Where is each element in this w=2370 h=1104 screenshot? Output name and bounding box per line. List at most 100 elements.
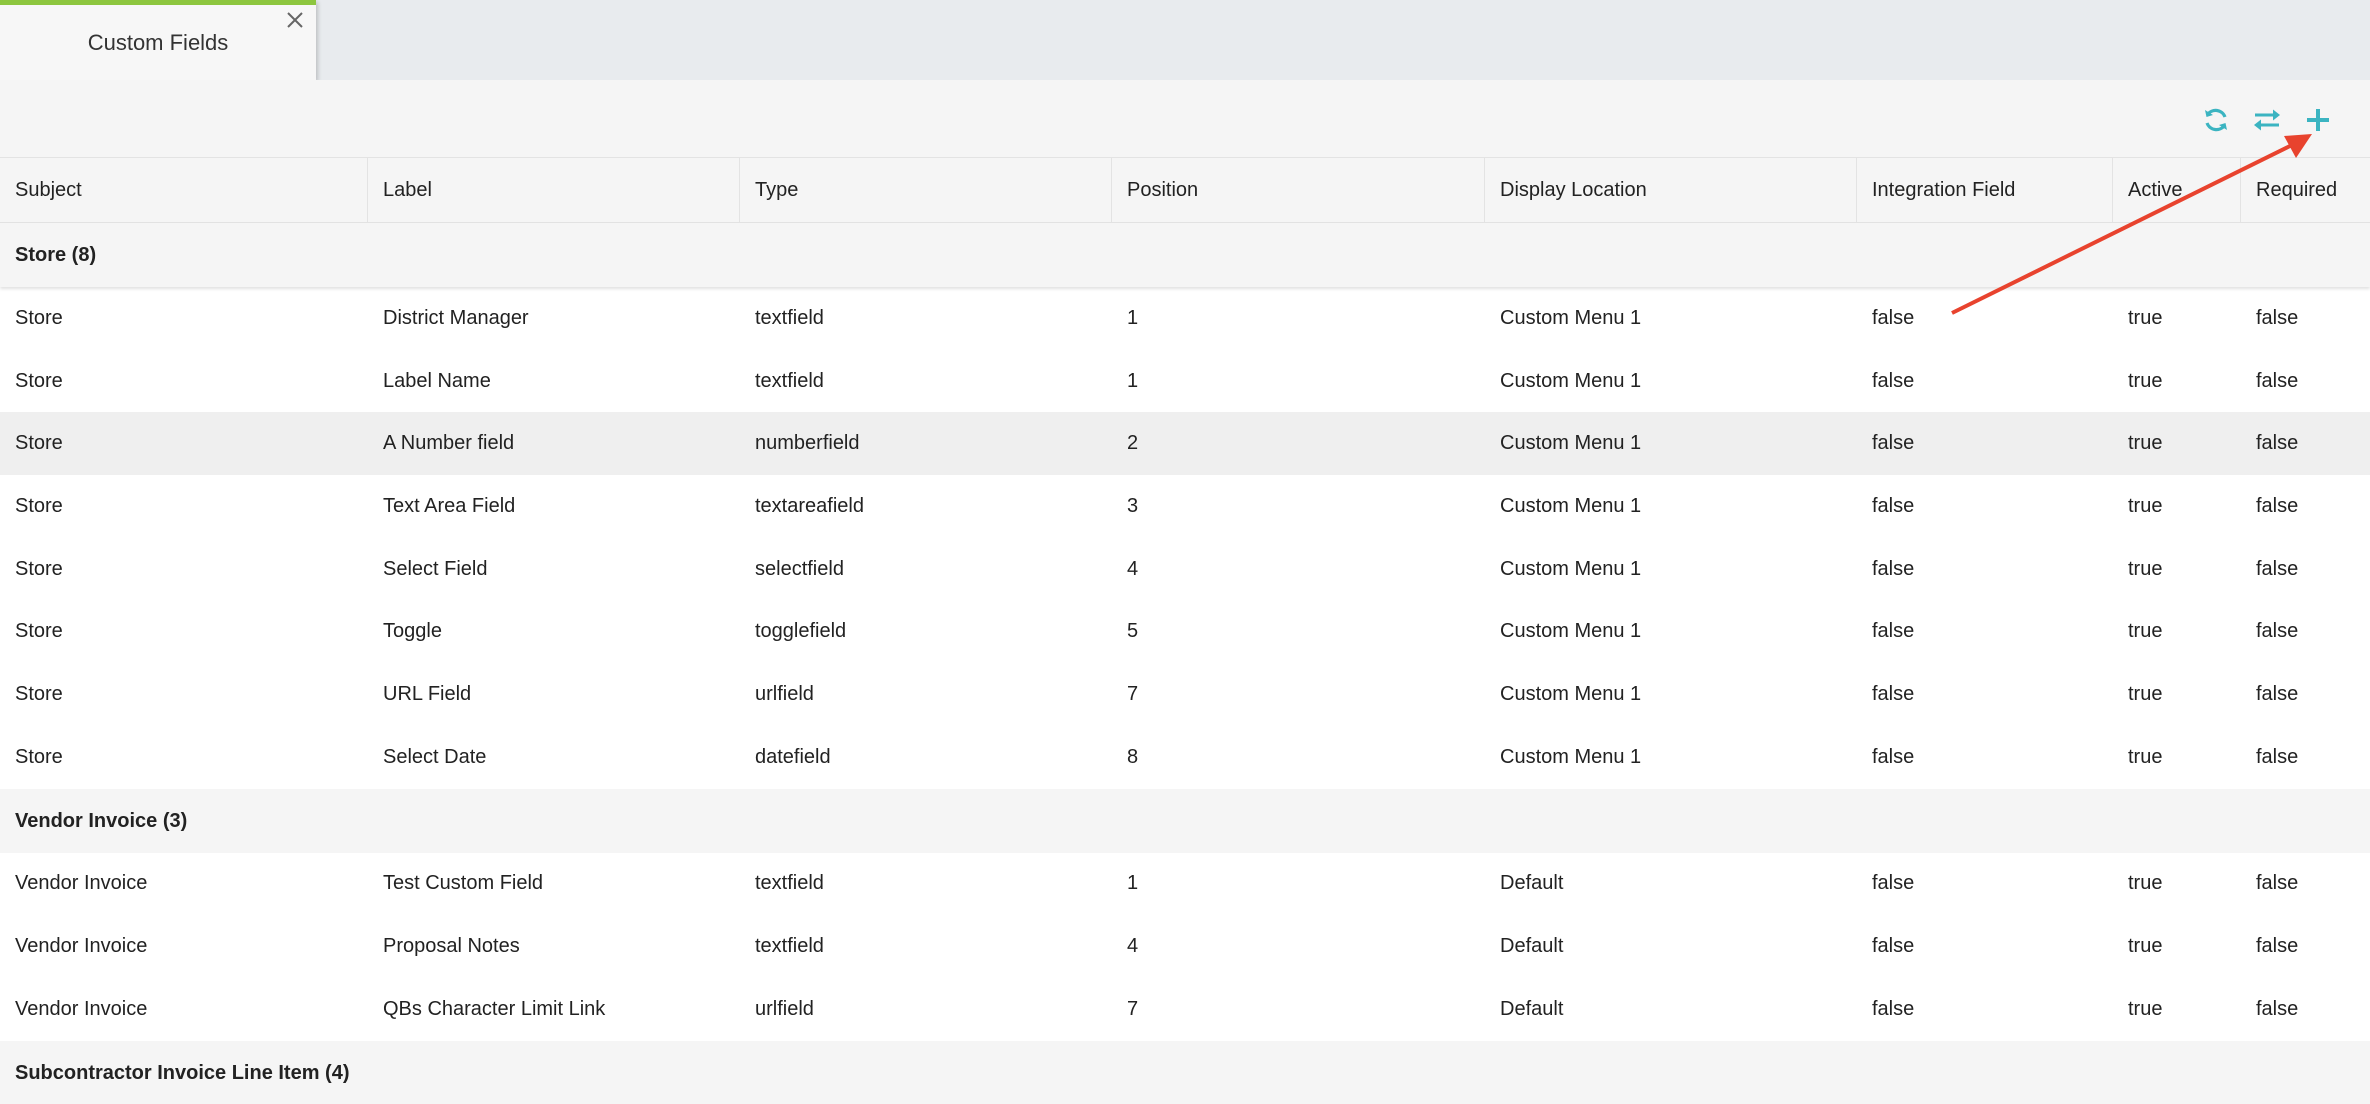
close-icon[interactable] (284, 9, 306, 31)
cell-active: true (2128, 306, 2163, 329)
cell-label: QBs Character Limit Link (383, 997, 606, 1020)
cell-required: false (2256, 997, 2299, 1020)
cell-type: textfield (755, 872, 824, 895)
cell-required: false (2256, 306, 2299, 329)
cell-display-location: Custom Menu 1 (1500, 557, 1642, 580)
column-header-type[interactable]: Type (740, 158, 1112, 223)
cell-type: datefield (755, 745, 831, 768)
cell-integration-field: false (1872, 432, 1915, 455)
cell-active: true (2128, 872, 2163, 895)
custom-fields-grid: Subject Label Type Position Display Location… (0, 158, 2370, 1104)
cell-label: Test Custom Field (383, 872, 544, 895)
cell-active: true (2128, 494, 2163, 517)
refresh-button[interactable] (2200, 104, 2232, 136)
cell-required: false (2256, 872, 2299, 895)
column-header-display-location[interactable]: Display Location (1485, 158, 1857, 223)
cell-display-location: Custom Menu 1 (1500, 494, 1642, 517)
cell-subject: Store (15, 682, 63, 705)
cell-active: true (2128, 935, 2163, 958)
cell-integration-field: false (1872, 306, 1915, 329)
cell-display-location: Custom Menu 1 (1500, 432, 1642, 455)
cell-required: false (2256, 432, 2299, 455)
column-header-integration-field[interactable]: Integration Field (1857, 158, 2113, 223)
grid-toolbar (0, 80, 2370, 158)
cell-subject: Store (15, 620, 63, 643)
cell-subject: Store (15, 745, 63, 768)
cell-integration-field: false (1872, 997, 1915, 1020)
cell-label: Toggle (383, 620, 442, 643)
table-row[interactable]: Store URL Field urlfield 7 Custom Menu 1 fals… (0, 663, 2370, 726)
cell-required: false (2256, 682, 2299, 705)
cell-type: togglefield (755, 620, 847, 643)
column-header-position[interactable]: Position (1112, 158, 1485, 223)
cell-type: numberfield (755, 432, 860, 455)
swap-button[interactable] (2251, 104, 2283, 136)
table-row[interactable]: Store Select Date datefield 8 Custom Menu 1 f… (0, 725, 2370, 789)
table-row[interactable]: Store District Manager textfield 1 Custom Me… (0, 287, 2370, 350)
cell-required: false (2256, 745, 2299, 768)
swap-icon (2254, 109, 2280, 131)
cell-required: false (2256, 494, 2299, 517)
table-row[interactable]: Vendor Invoice QBs Character Limit Link ur… (0, 977, 2370, 1041)
table-row[interactable]: Store Label Name textfield 1 Custom Menu 1 fa… (0, 349, 2370, 413)
column-header-active[interactable]: Active (2113, 158, 2241, 223)
cell-position: 4 (1127, 935, 1139, 958)
tab-custom-fields[interactable]: Custom Fields (0, 0, 316, 80)
cell-required: false (2256, 369, 2299, 392)
add-button[interactable] (2302, 104, 2334, 136)
cell-type: textfield (755, 935, 824, 958)
cell-position: 1 (1127, 369, 1139, 392)
table-row[interactable]: Vendor Invoice Proposal Notes textfield 4 De… (0, 915, 2370, 978)
cell-subject: Store (15, 557, 63, 580)
cell-required: false (2256, 935, 2299, 958)
cell-type: textfield (755, 306, 824, 329)
cell-integration-field: false (1872, 557, 1915, 580)
cell-position: 7 (1127, 997, 1139, 1020)
cell-subject: Store (15, 369, 63, 392)
cell-integration-field: false (1872, 935, 1915, 958)
column-header-subject[interactable]: Subject (0, 158, 368, 223)
column-header-label[interactable]: Label (368, 158, 740, 223)
cell-type: selectfield (755, 557, 844, 580)
plus-icon (2307, 109, 2329, 131)
cell-label: Label Name (383, 369, 491, 392)
cell-integration-field: false (1872, 745, 1915, 768)
cell-subject: Vendor Invoice (15, 872, 148, 895)
cell-subject: Vendor Invoice (15, 997, 148, 1020)
table-row[interactable]: Store Select Field selectfield 4 Custom Menu… (0, 537, 2370, 601)
table-row[interactable]: Store A Number field numberfield 2 Custom Me… (0, 412, 2370, 476)
group-header-row[interactable]: Store (8) (0, 223, 2370, 287)
cell-display-location: Custom Menu 1 (1500, 682, 1642, 705)
tab-label: Custom Fields (87, 30, 229, 55)
group-header-row[interactable]: Subcontractor Invoice Line Item (4) (0, 1040, 2370, 1104)
cell-position: 3 (1127, 494, 1139, 517)
cell-integration-field: false (1872, 369, 1915, 392)
cell-display-location: Default (1500, 935, 1564, 958)
cell-integration-field: false (1872, 682, 1915, 705)
table-row[interactable]: Store Text Area Field textareafield 3 Custom… (0, 475, 2370, 538)
cell-type: textfield (755, 369, 824, 392)
cell-type: textareafield (755, 494, 864, 517)
cell-integration-field: false (1872, 494, 1915, 517)
cell-type: urlfield (755, 682, 814, 705)
cell-subject: Store (15, 494, 63, 517)
column-header-required[interactable]: Required (2241, 158, 2370, 223)
cell-active: true (2128, 620, 2163, 643)
cell-subject: Store (15, 306, 63, 329)
cell-label: Proposal Notes (383, 935, 520, 958)
grid-header: Subject Label Type Position Display Location… (0, 158, 2370, 223)
cell-display-location: Custom Menu 1 (1500, 306, 1642, 329)
refresh-icon (2205, 108, 2227, 132)
cell-position: 5 (1127, 620, 1139, 643)
cell-active: true (2128, 369, 2163, 392)
table-row[interactable]: Vendor Invoice Test Custom Field textfield… (0, 852, 2370, 916)
tab-bar: Custom Fields (0, 0, 2370, 80)
table-row[interactable]: Store Toggle togglefield 5 Custom Menu 1 fals… (0, 600, 2370, 664)
group-header-row[interactable]: Vendor Invoice (3) (0, 788, 2370, 853)
cell-position: 1 (1127, 306, 1139, 329)
cell-position: 4 (1127, 557, 1139, 580)
cell-display-location: Custom Menu 1 (1500, 620, 1642, 643)
cell-position: 2 (1127, 432, 1139, 455)
cell-required: false (2256, 620, 2299, 643)
cell-subject: Vendor Invoice (15, 935, 148, 958)
